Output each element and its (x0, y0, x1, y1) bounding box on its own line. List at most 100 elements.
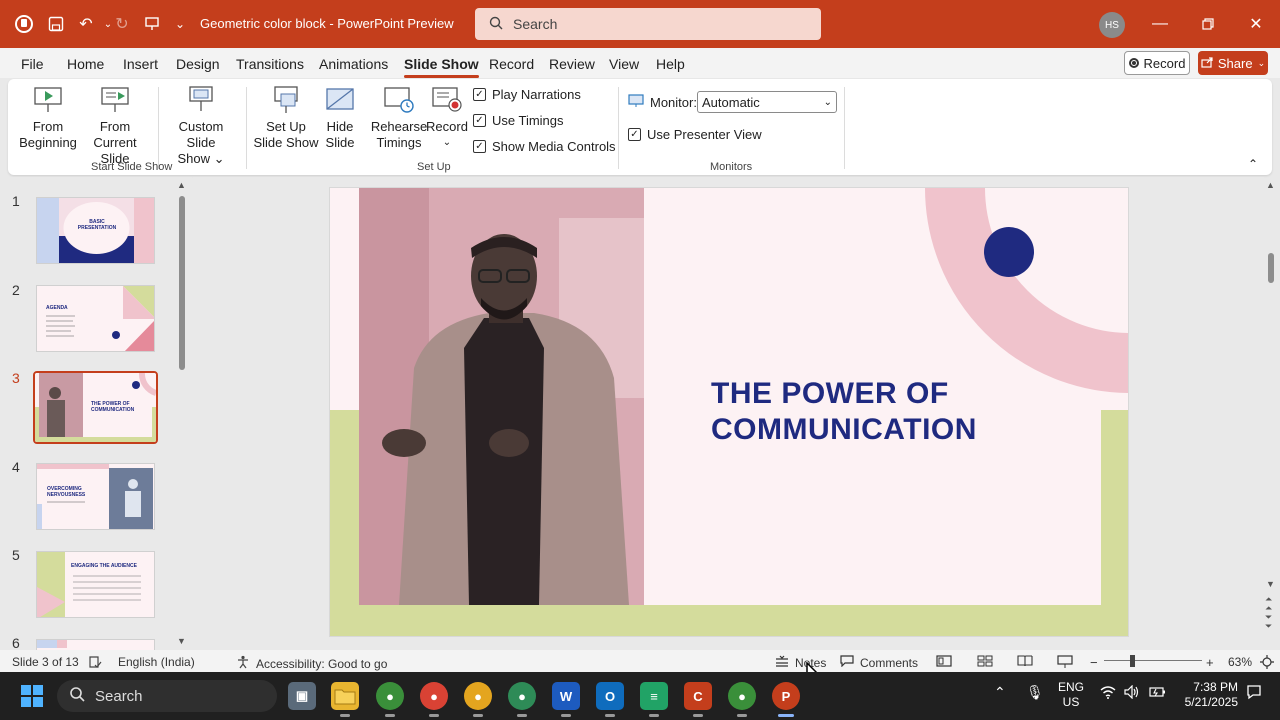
hide-slide-button[interactable]: Hide Slide (320, 85, 360, 151)
slide-show-view-icon[interactable] (1057, 655, 1073, 669)
from-beginning-label-2: Beginning (19, 135, 77, 150)
tab-insert[interactable]: Insert (123, 56, 158, 72)
show-hidden-icons-icon[interactable]: ⌃ (994, 684, 1006, 701)
next-slide-icon[interactable]: ⏷ ⏷ (1265, 613, 1272, 631)
notifications-icon[interactable] (1246, 684, 1262, 703)
scroll-down-icon[interactable]: ▼ (1266, 579, 1275, 589)
slide-thumbnail-5[interactable]: ENGAGING THE AUDIENCE (36, 551, 155, 618)
input-language[interactable]: ENG US (1058, 680, 1084, 710)
tab-view[interactable]: View (609, 56, 639, 72)
show-media-controls-checkbox[interactable]: ✓ Show Media Controls (473, 139, 616, 154)
slide-thumbnail-4[interactable]: OVERCOMING NERVOUSNESS (36, 463, 155, 530)
use-presenter-view-checkbox[interactable]: ✓ Use Presenter View (628, 127, 762, 142)
monitor-select[interactable]: Automatic ⌄ (697, 91, 837, 113)
custom-show-label-2: Show ⌄ (177, 151, 225, 166)
task-view-icon[interactable]: ▣ (288, 682, 316, 710)
accessibility-status[interactable]: Accessibility: Good to go (236, 655, 387, 672)
file-explorer-icon[interactable] (331, 682, 359, 710)
customize-toolbar-icon[interactable]: ⌄ (168, 12, 192, 36)
reading-view-icon[interactable] (1017, 655, 1033, 667)
speaker-photo[interactable] (359, 188, 644, 605)
slide-thumbnail-6[interactable] (36, 639, 155, 650)
spelling-check-icon[interactable] (88, 655, 102, 669)
chrome-icon[interactable]: ● (376, 682, 404, 710)
slide-number: 2 (12, 282, 20, 298)
comments-button[interactable]: Comments (840, 655, 918, 670)
zoom-slider[interactable] (1104, 660, 1202, 661)
undo-icon[interactable]: ↶ (74, 12, 98, 36)
present-icon[interactable] (140, 12, 164, 36)
tab-home[interactable]: Home (67, 56, 104, 72)
running-indicator (693, 714, 703, 717)
restore-icon[interactable] (1194, 10, 1222, 38)
previous-slide-icon[interactable]: ⏶ ⏶ (1265, 595, 1272, 613)
chrome-icon[interactable]: ● (728, 682, 756, 710)
collapse-ribbon-icon[interactable]: ⌃ (1248, 157, 1258, 171)
from-beginning-button[interactable]: From Beginning (18, 85, 78, 151)
avatar[interactable]: HS (1099, 12, 1125, 38)
scroll-thumb[interactable] (179, 196, 185, 370)
normal-view-icon[interactable] (936, 655, 952, 667)
wifi-icon[interactable] (1100, 685, 1116, 702)
microphone-icon[interactable]: 🎙︎ (1026, 684, 1044, 701)
rehearse-timings-button[interactable]: Rehearse Timings (368, 85, 430, 151)
slide-sorter-icon[interactable] (977, 655, 993, 667)
minimize-icon[interactable]: — (1146, 10, 1174, 38)
set-up-slide-show-button[interactable]: Set Up Slide Show (252, 85, 320, 151)
thumbnail-scrollbar[interactable]: ▲ ▼ (177, 180, 187, 650)
outlook-icon[interactable]: O (596, 682, 624, 710)
tab-file[interactable]: File (21, 56, 44, 72)
scroll-up-icon[interactable]: ▲ (1266, 180, 1275, 190)
slide-thumbnail-3[interactable]: THE POWER OF COMMUNICATION (33, 371, 158, 444)
checkbox-checked-icon: ✓ (473, 88, 486, 101)
play-from-current-icon (100, 85, 130, 115)
slide-thumbnail-1[interactable]: BASIC PRESENTATION (36, 197, 155, 264)
notepad-icon[interactable]: ≡ (640, 682, 668, 710)
fit-to-window-icon[interactable] (1260, 655, 1274, 669)
record-button[interactable]: Record (1124, 51, 1190, 75)
zoom-in-icon[interactable]: + (1206, 655, 1214, 670)
windows-start-icon[interactable] (18, 682, 46, 710)
chrome-icon[interactable]: ● (464, 682, 492, 710)
tab-review[interactable]: Review (549, 56, 595, 72)
zoom-out-icon[interactable]: − (1090, 655, 1098, 670)
word-icon[interactable]: W (552, 682, 580, 710)
app-icon[interactable]: C (684, 682, 712, 710)
zoom-slider-thumb[interactable] (1130, 655, 1135, 667)
close-icon[interactable]: ✕ (1242, 10, 1270, 38)
separator (618, 87, 619, 169)
powerpoint-taskbar-icon[interactable]: P (772, 682, 800, 710)
chrome-icon[interactable]: ● (508, 682, 536, 710)
scroll-down-icon[interactable]: ▼ (177, 636, 186, 646)
tab-animations[interactable]: Animations (319, 56, 388, 72)
play-narrations-checkbox[interactable]: ✓ Play Narrations (473, 87, 581, 102)
tab-transitions[interactable]: Transitions (236, 56, 304, 72)
clock[interactable]: 7:38 PM 5/21/2025 (1182, 680, 1238, 710)
volume-icon[interactable] (1124, 684, 1140, 702)
use-timings-checkbox[interactable]: ✓ Use Timings (473, 113, 564, 128)
battery-icon[interactable] (1148, 685, 1166, 702)
slide-scrollbar[interactable]: ▲ ▼ ⏶ ⏶ ⏷ ⏷ (1265, 177, 1277, 650)
current-slide[interactable]: THE POWER OF COMMUNICATION (329, 187, 1129, 637)
language-label[interactable]: English (India) (118, 655, 195, 669)
share-button[interactable]: Share ⌄ (1198, 51, 1268, 75)
thumbnail-1-art (37, 198, 154, 263)
save-icon[interactable] (44, 12, 68, 36)
slide-thumbnail-2[interactable]: AGENDA (36, 285, 155, 352)
zoom-level[interactable]: 63% (1228, 655, 1252, 669)
scroll-thumb[interactable] (1268, 253, 1274, 283)
tab-record[interactable]: Record (489, 56, 534, 72)
chrome-icon[interactable]: ● (420, 682, 448, 710)
from-current-label-1: From (99, 119, 131, 134)
search-box[interactable]: Search (475, 8, 821, 40)
tab-help[interactable]: Help (656, 56, 685, 72)
scroll-up-icon[interactable]: ▲ (177, 180, 186, 190)
from-current-slide-button[interactable]: From Current Slide (78, 85, 152, 167)
tab-slide-show[interactable]: Slide Show (404, 56, 479, 78)
redo-icon[interactable]: ↻ (110, 12, 134, 36)
tab-design[interactable]: Design (176, 56, 220, 72)
custom-slide-show-button[interactable]: Custom Slide Show ⌄ (163, 85, 239, 167)
record-slide-show-button[interactable]: Record ⌄ (426, 85, 468, 151)
slide-title[interactable]: THE POWER OF COMMUNICATION (711, 376, 1091, 448)
taskbar-search[interactable]: Search (57, 680, 277, 712)
